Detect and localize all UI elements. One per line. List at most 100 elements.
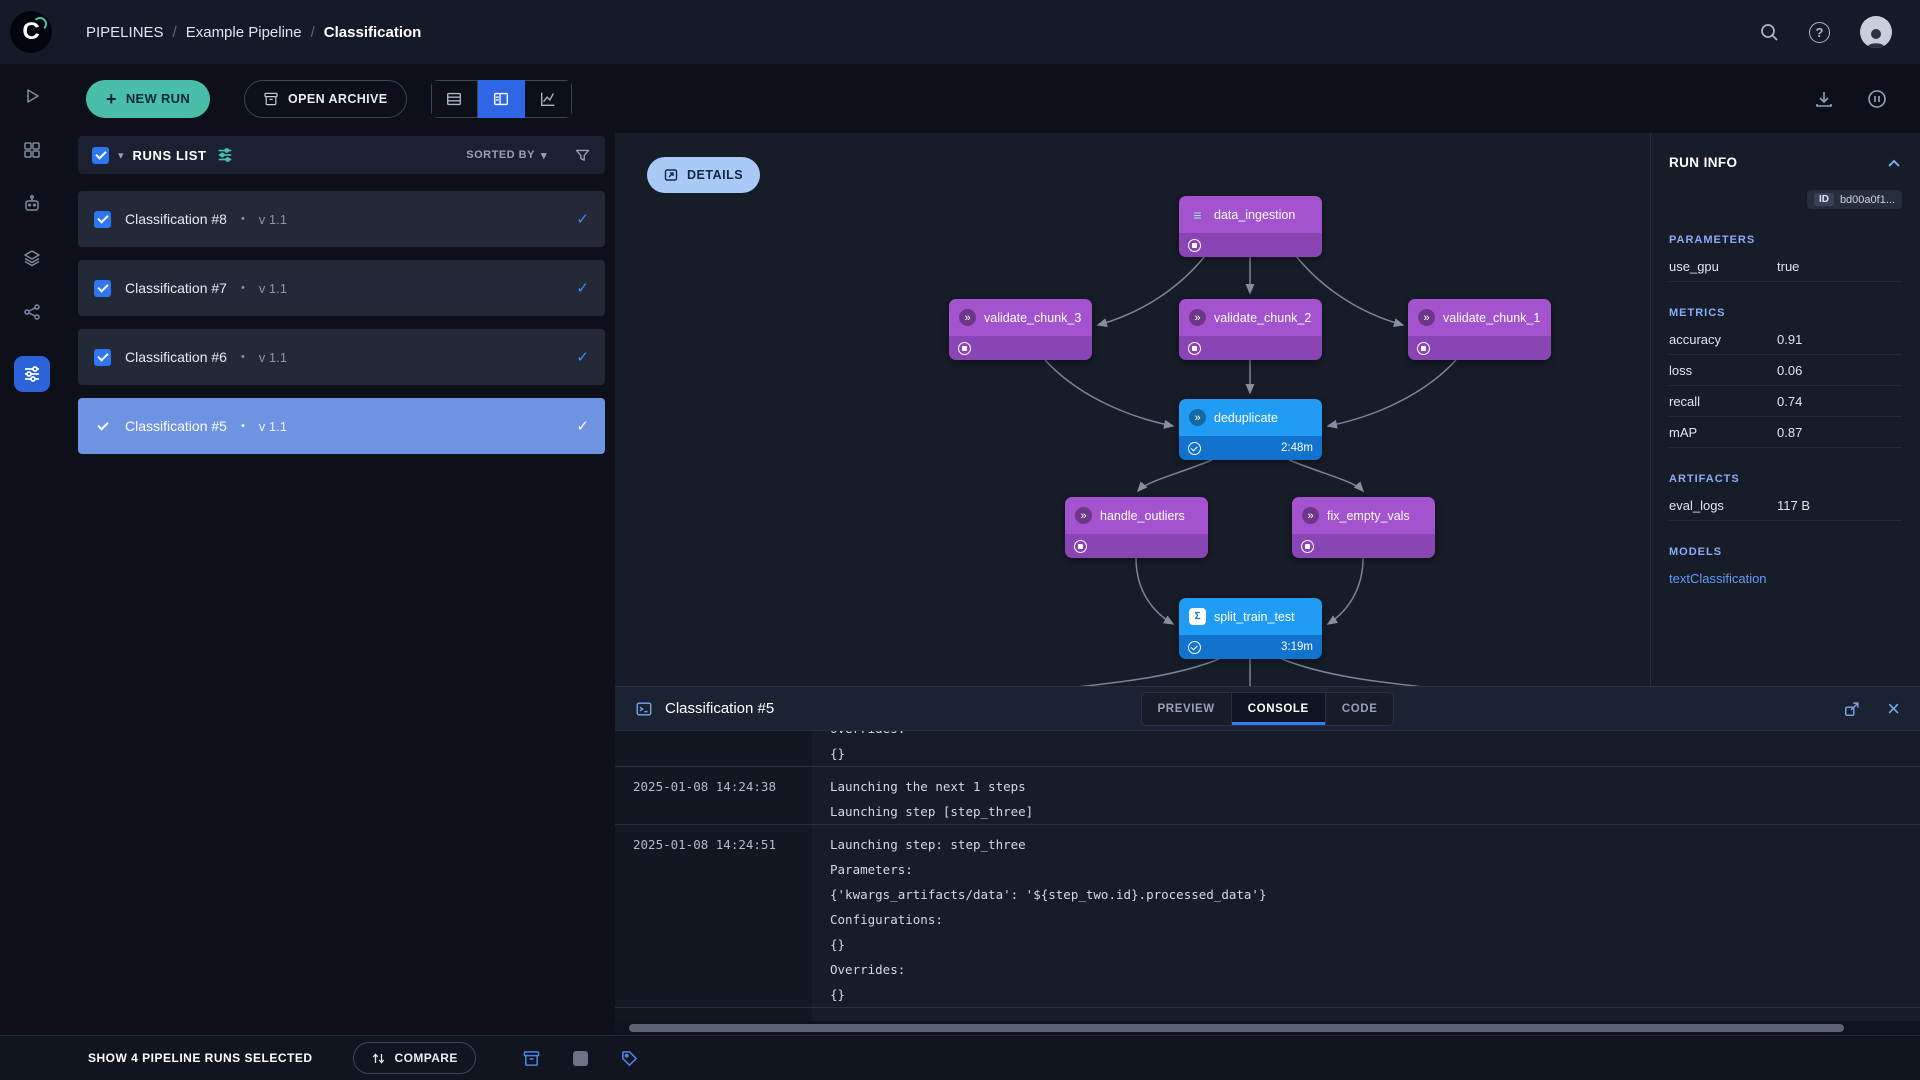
footer-bulk-actions [522, 1049, 639, 1068]
run-list-item-selected[interactable]: Classification #5 • v 1.1 ✓ [78, 398, 605, 454]
graph-node-deduplicate[interactable]: »deduplicate 2:48m [1179, 399, 1322, 460]
close-icon[interactable]: × [1887, 698, 1900, 720]
log-timestamp [615, 799, 812, 824]
model-link[interactable]: textClassification [1669, 571, 1902, 586]
metric-row: recall 0.74 [1669, 386, 1902, 417]
breadcrumb-pipeline[interactable]: Classification [324, 24, 422, 41]
select-dropdown-caret-icon[interactable]: ▾ [118, 149, 124, 162]
node-label: split_train_test [1214, 610, 1295, 624]
filter-icon[interactable] [574, 147, 591, 164]
tags-action-icon[interactable] [620, 1049, 639, 1068]
clearml-logo[interactable]: C [10, 11, 52, 53]
hyperdatasets-icon[interactable] [22, 302, 42, 322]
download-icon[interactable] [1814, 89, 1834, 109]
pipeline-graph-canvas[interactable]: DETAILS ≡data_ingestion »validate [615, 133, 1650, 686]
node-label: handle_outliers [1100, 509, 1185, 523]
abort-action-icon[interactable] [573, 1051, 588, 1066]
node-label: validate_chunk_2 [1214, 311, 1311, 325]
node-label: validate_chunk_1 [1443, 311, 1540, 325]
show-selected-runs-link[interactable]: SHOW 4 PIPELINE RUNS SELECTED [88, 1051, 313, 1065]
graph-node-validate-chunk-3[interactable]: »validate_chunk_3 [949, 299, 1092, 360]
getting-started-icon[interactable] [22, 86, 42, 106]
run-id-chip[interactable]: ID bd00a0f1... [1807, 190, 1902, 209]
log-message: Launching step: step_three [812, 825, 1026, 857]
run-info-panel: RUN INFO ID bd00a0f1... PARAMETERS use_g… [1650, 133, 1920, 686]
tab-console[interactable]: CONSOLE [1231, 693, 1325, 725]
graph-node-validate-chunk-1[interactable]: » validate_chunk_1 [1408, 299, 1551, 360]
sorted-by-control[interactable]: SORTED BY ▾ [466, 149, 547, 162]
runs-list-title: RUNS LIST [133, 148, 207, 163]
compare-button[interactable]: COMPARE [353, 1042, 476, 1074]
run-list-item[interactable]: Classification #7 • v 1.1 ✓ [78, 260, 605, 316]
select-all-checkbox[interactable] [92, 147, 109, 164]
help-icon[interactable]: ? [1809, 22, 1830, 43]
archive-icon [263, 91, 279, 107]
log-message: Overrides: [812, 957, 905, 982]
graph-node-validate-chunk-2[interactable]: » validate_chunk_2 [1179, 299, 1322, 360]
run-list-item[interactable]: Classification #6 • v 1.1 ✓ [78, 329, 605, 385]
archive-action-icon[interactable] [522, 1049, 541, 1068]
console-actions: × [1843, 698, 1900, 720]
search-icon[interactable] [1759, 22, 1779, 42]
log-row: {} [615, 932, 1920, 957]
log-row: Configurations: [615, 907, 1920, 932]
breadcrumb-project[interactable]: Example Pipeline [186, 24, 302, 41]
node-label: fix_empty_vals [1327, 509, 1410, 523]
log-timestamp [615, 882, 812, 907]
top-bar: C PIPELINES / Example Pipeline / Classif… [0, 0, 1920, 64]
log-timestamp [615, 982, 812, 1007]
sort-sliders-icon[interactable] [216, 146, 234, 164]
workers-icon[interactable] [22, 194, 42, 214]
collapse-chevron-icon[interactable] [1886, 157, 1902, 169]
table-view-button[interactable] [431, 80, 478, 118]
view-toggle-group [431, 80, 572, 118]
run-checkbox[interactable] [94, 349, 111, 366]
new-run-button[interactable]: + NEW RUN [86, 80, 210, 118]
tab-code[interactable]: CODE [1325, 693, 1394, 725]
run-checkbox[interactable] [94, 280, 111, 297]
run-checkbox[interactable] [94, 211, 111, 228]
plus-icon: + [106, 90, 117, 108]
logo-letter: C [22, 18, 39, 46]
metric-value: 0.91 [1777, 332, 1802, 347]
details-button[interactable]: DETAILS [647, 157, 760, 193]
log-row: Parameters: [615, 857, 1920, 882]
breadcrumb-pipelines[interactable]: PIPELINES [86, 24, 164, 41]
metric-row: mAP 0.87 [1669, 417, 1902, 448]
tab-preview[interactable]: PREVIEW [1142, 693, 1231, 725]
projects-icon[interactable] [22, 140, 42, 160]
chevrons-icon: » [1302, 507, 1319, 524]
datasets-icon[interactable] [22, 248, 42, 268]
chart-view-button[interactable] [525, 80, 572, 118]
run-status-check-icon: ✓ [576, 348, 589, 366]
split-view-button[interactable] [478, 80, 525, 118]
console-log[interactable]: Overrides: {} 2025-01-08 14:24:38Launchi… [615, 731, 1920, 1035]
log-row: {} [615, 741, 1920, 766]
expand-panel-icon[interactable] [1843, 700, 1861, 718]
graph-node-fix-empty-vals[interactable]: » fix_empty_vals [1292, 497, 1435, 558]
horizontal-scrollbar-thumb[interactable] [629, 1024, 1844, 1032]
node-status-stopped-icon [958, 342, 971, 355]
new-run-label: NEW RUN [126, 91, 190, 106]
runs-list-header: ▾ RUNS LIST SORTED BY ▾ [78, 136, 605, 174]
pipelines-icon[interactable] [14, 356, 50, 392]
chevrons-icon: » [1418, 309, 1435, 326]
log-message: Overrides: [812, 731, 905, 741]
node-runtime: 2:48m [1281, 442, 1313, 454]
chevrons-icon: » [1189, 309, 1206, 326]
queues-icon[interactable] [1866, 88, 1888, 110]
run-dot-separator: • [241, 213, 245, 225]
run-checkbox[interactable] [94, 418, 111, 435]
avatar[interactable] [1860, 16, 1892, 48]
graph-node-handle-outliers[interactable]: »handle_outliers [1065, 497, 1208, 558]
graph-node-split-train-test[interactable]: Σsplit_train_test 3:19m [1179, 598, 1322, 659]
node-label: data_ingestion [1214, 208, 1295, 222]
node-label: validate_chunk_3 [984, 311, 1081, 325]
log-message: Parameters: [812, 857, 913, 882]
open-archive-button[interactable]: OPEN ARCHIVE [244, 80, 407, 118]
node-status-stopped-icon [1074, 540, 1087, 553]
log-row: {'kwargs_artifacts/data': '${step_two.id… [615, 882, 1920, 907]
graph-node-data-ingestion[interactable]: ≡data_ingestion [1179, 196, 1322, 257]
node-status-completed-icon [1188, 442, 1201, 455]
run-list-item[interactable]: Classification #8 • v 1.1 ✓ [78, 191, 605, 247]
